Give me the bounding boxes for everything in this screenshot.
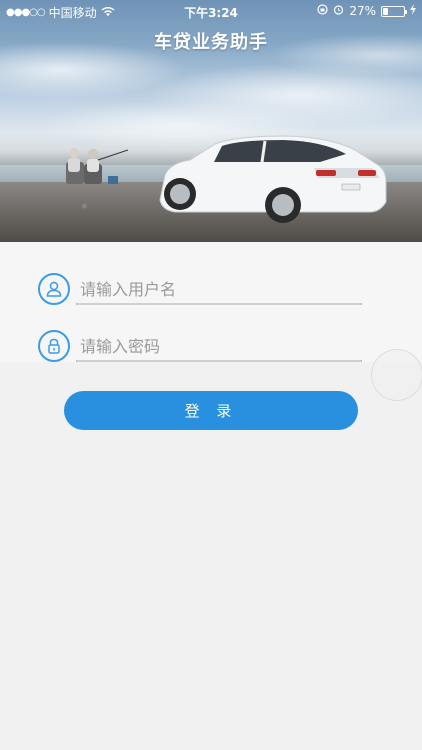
assistive-touch-button[interactable] — [371, 349, 422, 401]
user-icon — [38, 273, 70, 305]
battery-percent: 27% — [349, 4, 376, 18]
white-sedan — [159, 135, 387, 223]
battery-icon — [381, 5, 407, 17]
username-input[interactable] — [80, 275, 362, 303]
rotation-lock-icon — [317, 4, 328, 18]
battery-fill — [383, 7, 389, 15]
status-bar: ●●●○○ 中国移动 下午3:24 27% — [0, 0, 422, 22]
alarm-clock-icon — [333, 4, 344, 18]
password-underline — [76, 360, 362, 362]
app-title: 车贷业务助手 — [154, 32, 268, 53]
lock-icon — [38, 330, 70, 362]
username-underline — [76, 303, 362, 305]
status-right: 27% — [317, 4, 416, 18]
login-button[interactable]: 登 录 — [64, 391, 358, 430]
password-input[interactable] — [80, 332, 362, 360]
username-field — [38, 273, 364, 305]
fishermen-figures — [66, 148, 129, 184]
charging-icon — [410, 4, 416, 18]
password-field — [38, 330, 364, 362]
